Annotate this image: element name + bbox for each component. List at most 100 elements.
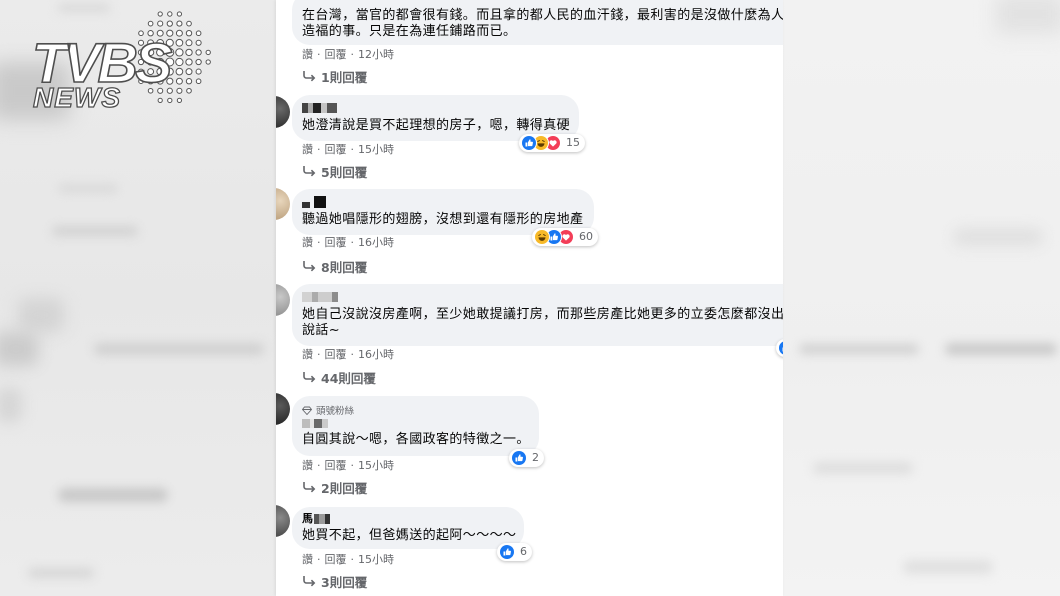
logo-dot <box>205 49 211 56</box>
blurred-shape <box>813 462 913 474</box>
reaction-summary[interactable]: 2 <box>509 449 544 467</box>
comment-text: 她自己沒說沒房產啊，至少她敢提議打房，而那些房產比她更多的立委怎麼都沒出 <box>302 307 783 322</box>
reply-link[interactable]: 回覆 <box>325 143 347 157</box>
reply-link[interactable]: 回覆 <box>325 459 347 473</box>
blurred-shape <box>953 228 1043 246</box>
view-replies-button[interactable]: 1則回覆 <box>302 68 367 85</box>
reply-arrow-icon <box>303 261 316 272</box>
timestamp[interactable]: 15小時 <box>358 553 394 567</box>
logo-dot <box>157 20 164 27</box>
avatar[interactable] <box>276 96 290 128</box>
logo-dot <box>195 58 202 66</box>
view-replies-button[interactable]: 5則回覆 <box>302 163 368 180</box>
comment-actions: 讚 · 回覆 · 12小時 <box>302 48 398 62</box>
logo-dot <box>147 20 154 27</box>
reaction-summary[interactable]: 60 <box>532 228 598 246</box>
reaction-summary[interactable]: 6 <box>497 543 532 561</box>
badge-label: 頭號粉絲 <box>316 406 355 417</box>
comment-bubble: 她自己沒說沒房產啊，至少她敢提議打房，而那些房產比她更多的立委怎麼都沒出 說話~ <box>292 284 783 346</box>
reaction-count: 2 <box>532 451 539 464</box>
comment-text: 她澄清說是買不起理想的房子，嗯，轉得真硬 <box>302 118 571 133</box>
separator: · <box>350 459 355 472</box>
separator: · <box>350 48 355 61</box>
logo-dot <box>195 68 202 75</box>
comment-text: 自圓其說～嗯，各國政客的特徵之一。 <box>302 432 530 447</box>
like-icon <box>778 340 783 356</box>
timestamp[interactable]: 12小時 <box>358 48 394 62</box>
timestamp[interactable]: 15小時 <box>358 143 394 157</box>
reply-link[interactable]: 回覆 <box>325 236 347 250</box>
reply-arrow-icon <box>303 576 316 587</box>
avatar[interactable] <box>276 393 290 425</box>
view-replies-button[interactable]: 3則回覆 <box>302 573 368 590</box>
reaction-icons <box>499 544 515 560</box>
like-link[interactable]: 讚 <box>302 348 313 362</box>
comment-text: 聽過她唱隱形的翅膀，沒想到還有隱形的房地產 <box>302 212 584 227</box>
logo-dot <box>195 49 202 56</box>
separator: · <box>317 48 321 61</box>
redacted-name[interactable] <box>302 292 783 302</box>
logo-dot <box>175 29 183 37</box>
logo-dot <box>185 48 193 57</box>
reply-arrow-icon <box>303 372 316 383</box>
view-replies-button[interactable]: 2則回覆 <box>302 479 367 496</box>
reaction-summary[interactable] <box>776 339 783 357</box>
reply-count: 3則回覆 <box>321 574 368 590</box>
avatar[interactable] <box>276 505 290 537</box>
reaction-icons <box>534 229 574 245</box>
comment-text: 她買不起，但爸媽送的起阿～～～～ <box>302 528 517 543</box>
top-fan-badge[interactable]: 頭號粉絲 <box>302 404 539 417</box>
reaction-count: 15 <box>566 136 580 149</box>
redacted-name[interactable] <box>302 419 539 428</box>
diamond-icon <box>302 406 312 415</box>
timestamp[interactable]: 16小時 <box>358 236 394 250</box>
reply-arrow-icon <box>303 166 316 177</box>
like-link[interactable]: 讚 <box>302 459 313 473</box>
comment-bubble: 馬 她買不起，但爸媽送的起阿～～～～ <box>292 507 524 549</box>
logo-sub-text: NEWS <box>32 82 121 113</box>
logo-dot <box>175 77 183 85</box>
reply-link[interactable]: 回覆 <box>325 48 347 62</box>
logo-dot <box>176 97 183 104</box>
logo-dot <box>175 67 184 76</box>
reaction-icons <box>521 135 561 151</box>
timestamp[interactable]: 16小時 <box>358 348 394 362</box>
logo-dot <box>166 20 173 27</box>
blurred-shape <box>0 388 22 422</box>
logo-dot <box>195 30 202 37</box>
reply-count: 5則回覆 <box>321 164 368 180</box>
reply-link[interactable]: 回覆 <box>325 348 347 362</box>
like-link[interactable]: 讚 <box>302 553 313 567</box>
comment-actions: 讚 · 回覆 · 15小時 <box>302 553 398 567</box>
blurred-shape <box>58 488 168 502</box>
view-replies-button[interactable]: 44則回覆 <box>302 369 376 386</box>
separator: · <box>317 348 321 361</box>
logo-dot <box>185 39 193 47</box>
blurred-shape <box>903 560 993 574</box>
reaction-summary[interactable]: 15 <box>519 134 585 152</box>
reply-count: 8則回覆 <box>321 259 368 275</box>
logo-dot <box>185 58 193 66</box>
comment-bubble: 頭號粉絲 自圓其說～嗯，各國政客的特徵之一。 <box>292 396 539 456</box>
reply-link[interactable]: 回覆 <box>325 553 347 567</box>
comment-actions: 讚 · 回覆 · 16小時 <box>302 236 398 250</box>
separator: · <box>317 459 321 472</box>
logo-dot <box>157 11 163 17</box>
like-link[interactable]: 讚 <box>302 48 313 62</box>
redacted-name[interactable] <box>302 103 579 113</box>
avatar[interactable] <box>276 188 290 220</box>
redacted-name[interactable] <box>302 196 594 208</box>
commenter-name[interactable]: 馬 <box>302 513 524 525</box>
separator: · <box>317 143 321 156</box>
reply-count: 44則回覆 <box>321 370 376 386</box>
logo-dot <box>167 11 173 17</box>
view-replies-button[interactable]: 8則回覆 <box>302 258 368 275</box>
logo-dot <box>205 59 211 65</box>
timestamp[interactable]: 15小時 <box>358 459 394 473</box>
like-link[interactable]: 讚 <box>302 236 313 250</box>
comment-actions: 讚 · 回覆 · 15小時 <box>302 143 398 157</box>
avatar[interactable] <box>276 284 290 316</box>
like-link[interactable]: 讚 <box>302 143 313 157</box>
logo-dot <box>176 11 183 17</box>
logo-dot <box>185 68 193 76</box>
